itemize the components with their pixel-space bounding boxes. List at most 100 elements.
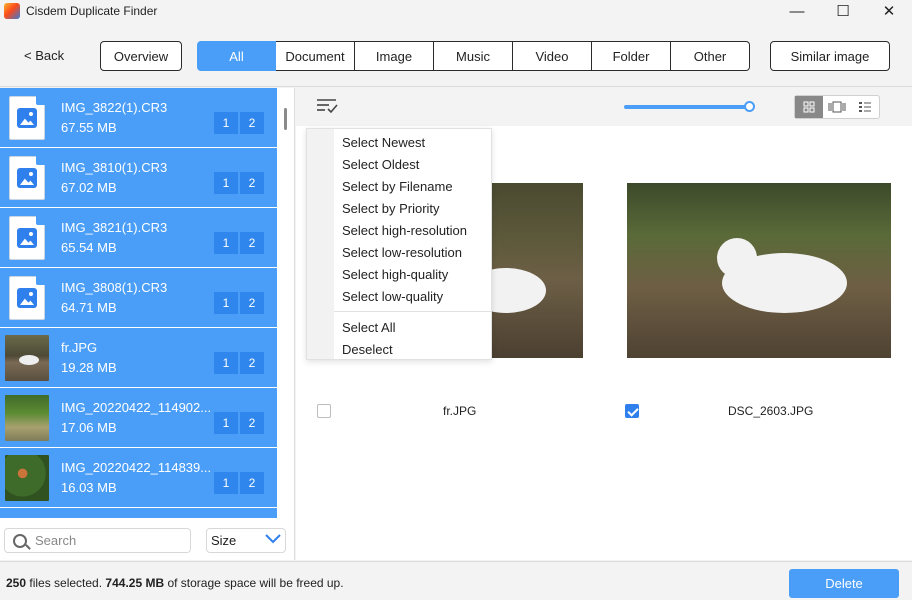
minimize-icon[interactable]: — bbox=[774, 0, 820, 22]
search-input[interactable] bbox=[35, 533, 175, 548]
image-file-icon bbox=[9, 156, 45, 200]
count-badge: 2 bbox=[240, 352, 264, 374]
category-tabs: All Document Image Music Video Folder Ot… bbox=[197, 41, 750, 71]
menu-item-deselect[interactable]: Deselect bbox=[342, 342, 393, 357]
preview-caption-left: fr.JPG bbox=[443, 404, 477, 418]
count-badge: 2 bbox=[240, 292, 264, 314]
view-mode-switch bbox=[794, 95, 880, 119]
close-icon[interactable]: ✕ bbox=[866, 0, 912, 22]
menu-item-select-oldest[interactable]: Select Oldest bbox=[342, 157, 419, 172]
file-name: IMG_3822(1).CR3 bbox=[61, 100, 168, 115]
menu-item-select-newest[interactable]: Select Newest bbox=[342, 135, 425, 150]
file-size: 17.06 MB bbox=[61, 420, 117, 435]
top-nav: < Back Overview All Document Image Music… bbox=[0, 22, 912, 87]
count-badge: 1 bbox=[214, 412, 238, 434]
title-bar: Cisdem Duplicate Finder — ☐ ✕ bbox=[0, 0, 912, 22]
file-size: 67.02 MB bbox=[61, 180, 117, 195]
image-file-icon bbox=[9, 276, 45, 320]
file-name: fr.JPG bbox=[61, 340, 98, 355]
file-name: IMG_20220422_114902... bbox=[61, 400, 212, 415]
count-badge: 2 bbox=[240, 472, 264, 494]
status-bar: 250 files selected. 744.25 MB of storage… bbox=[0, 561, 912, 600]
menu-item-select-low-quality[interactable]: Select low-quality bbox=[342, 289, 443, 304]
list-scrollbar[interactable] bbox=[284, 108, 287, 130]
similar-image-button[interactable]: Similar image bbox=[770, 41, 890, 71]
tab-music[interactable]: Music bbox=[434, 41, 513, 71]
duplicate-list[interactable]: IMG_3822(1).CR3 67.55 MB 1 2 IMG_3810(1)… bbox=[0, 88, 277, 518]
count-badge: 1 bbox=[214, 352, 238, 374]
file-size: 16.03 MB bbox=[61, 480, 117, 495]
delete-button[interactable]: Delete bbox=[789, 569, 899, 598]
menu-divider bbox=[334, 311, 491, 312]
count-badge: 1 bbox=[214, 232, 238, 254]
list-item[interactable]: IMG_3822(1).CR3 67.55 MB 1 2 bbox=[0, 88, 277, 148]
image-file-icon bbox=[9, 96, 45, 140]
tab-video[interactable]: Video bbox=[513, 41, 592, 71]
menu-item-select-by-priority[interactable]: Select by Priority bbox=[342, 201, 440, 216]
count-badge: 2 bbox=[240, 232, 264, 254]
duplicate-list-panel: IMG_3822(1).CR3 67.55 MB 1 2 IMG_3810(1)… bbox=[0, 88, 295, 560]
back-button[interactable]: < Back bbox=[24, 48, 64, 63]
select-checkbox-left[interactable] bbox=[317, 404, 331, 418]
list-item[interactable]: IMG_3808(1).CR3 64.71 MB 1 2 bbox=[0, 268, 277, 328]
tab-image[interactable]: Image bbox=[355, 41, 434, 71]
count-badge: 1 bbox=[214, 172, 238, 194]
search-box bbox=[4, 528, 191, 553]
list-view-icon[interactable] bbox=[851, 96, 879, 118]
window-title: Cisdem Duplicate Finder bbox=[26, 4, 158, 18]
count-badge: 1 bbox=[214, 472, 238, 494]
freed-size: 744.25 MB bbox=[105, 576, 165, 590]
overview-button[interactable]: Overview bbox=[100, 41, 182, 71]
sort-select[interactable]: Size bbox=[206, 528, 286, 553]
file-size: 65.54 MB bbox=[61, 240, 117, 255]
file-name: IMG_20220422_114839... bbox=[61, 460, 212, 475]
menu-item-select-by-filename[interactable]: Select by Filename bbox=[342, 179, 453, 194]
file-name: IMG_3821(1).CR3 bbox=[61, 220, 168, 235]
file-size: 67.55 MB bbox=[61, 120, 117, 135]
count-badge: 2 bbox=[240, 112, 264, 134]
list-item[interactable]: fr.JPG 19.28 MB 1 2 bbox=[0, 328, 277, 388]
flower-photo-thumbnail bbox=[5, 455, 49, 501]
file-size: 19.28 MB bbox=[61, 360, 117, 375]
tab-all[interactable]: All bbox=[197, 41, 276, 71]
list-item[interactable]: IMG_3821(1).CR3 65.54 MB 1 2 bbox=[0, 208, 277, 268]
selection-summary: 250 files selected. 744.25 MB of storage… bbox=[6, 576, 344, 590]
tab-document[interactable]: Document bbox=[276, 41, 355, 71]
select-options-menu: Select Newest Select Oldest Select by Fi… bbox=[306, 128, 492, 360]
count-badge: 1 bbox=[214, 292, 238, 314]
search-icon bbox=[13, 533, 27, 548]
image-file-icon bbox=[9, 216, 45, 260]
select-options-icon[interactable] bbox=[316, 98, 338, 114]
grid-view-icon[interactable] bbox=[795, 96, 823, 118]
window-controls: — ☐ ✕ bbox=[774, 0, 912, 22]
chevron-down-icon bbox=[265, 534, 281, 544]
menu-item-select-high-resolution[interactable]: Select high-resolution bbox=[342, 223, 467, 238]
list-item[interactable]: IMG_20220422_114839... 16.03 MB 1 2 bbox=[0, 448, 277, 508]
menu-item-select-all[interactable]: Select All bbox=[342, 320, 395, 335]
maximize-icon[interactable]: ☐ bbox=[820, 0, 866, 22]
menu-item-select-high-quality[interactable]: Select high-quality bbox=[342, 267, 448, 282]
preview-caption-right: DSC_2603.JPG bbox=[728, 404, 814, 418]
dog-photo-thumbnail bbox=[5, 335, 49, 381]
count-badge: 1 bbox=[214, 112, 238, 134]
count-badge: 2 bbox=[240, 172, 264, 194]
file-name: IMG_3808(1).CR3 bbox=[61, 280, 168, 295]
menu-item-select-low-resolution[interactable]: Select low-resolution bbox=[342, 245, 462, 260]
selected-count: 250 bbox=[6, 576, 27, 590]
zoom-slider-handle[interactable] bbox=[744, 101, 755, 112]
zoom-slider-track[interactable] bbox=[624, 105, 746, 109]
list-item[interactable]: IMG_20220422_114902... 17.06 MB 1 2 bbox=[0, 388, 277, 448]
preview-image-right[interactable] bbox=[627, 183, 891, 358]
tab-other[interactable]: Other bbox=[671, 41, 750, 71]
app-logo-icon bbox=[4, 3, 20, 19]
list-item[interactable] bbox=[0, 508, 277, 518]
file-size: 64.71 MB bbox=[61, 300, 117, 315]
filmstrip-view-icon[interactable] bbox=[823, 96, 851, 118]
tab-folder[interactable]: Folder bbox=[592, 41, 671, 71]
sort-value: Size bbox=[211, 533, 237, 548]
count-badge: 2 bbox=[240, 412, 264, 434]
garden-photo-thumbnail bbox=[5, 395, 49, 441]
file-name: IMG_3810(1).CR3 bbox=[61, 160, 168, 175]
select-checkbox-right[interactable] bbox=[625, 404, 639, 418]
list-item[interactable]: IMG_3810(1).CR3 67.02 MB 1 2 bbox=[0, 148, 277, 208]
